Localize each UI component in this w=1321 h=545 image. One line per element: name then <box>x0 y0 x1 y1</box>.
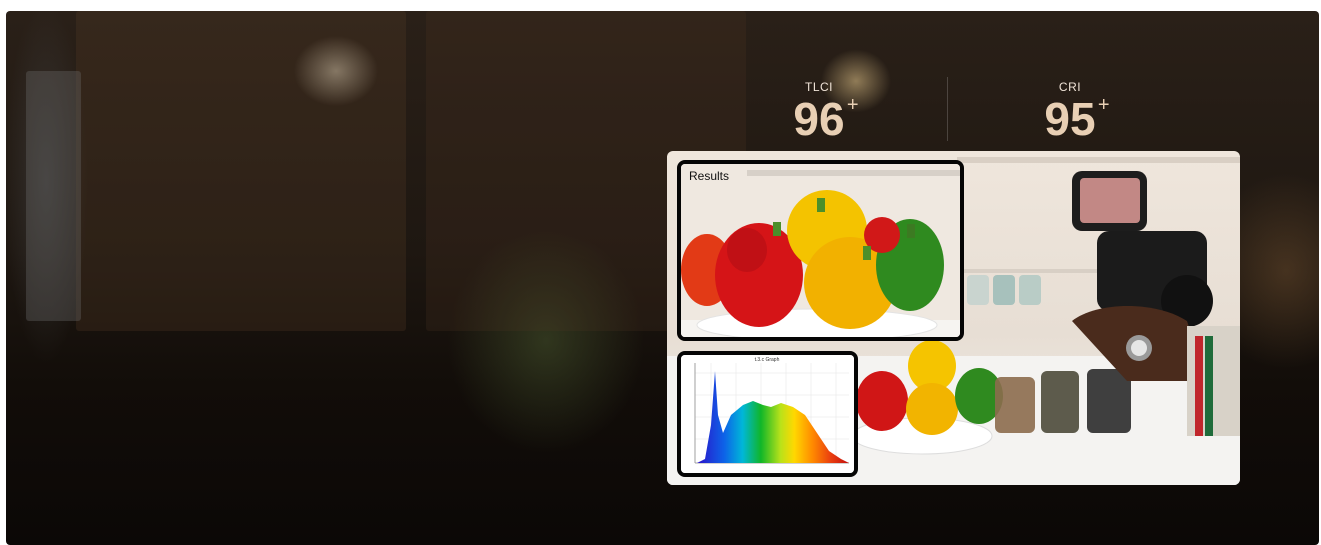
spectrum-inset: t.3.c Graph <box>677 351 858 477</box>
tlci-value-group: 96 + <box>793 93 858 145</box>
tlci-value: 96 <box>793 93 845 145</box>
results-inset: Results <box>677 160 964 341</box>
cri-plus: + <box>1097 94 1110 116</box>
spectrum-chart: t.3.c Graph <box>681 355 854 473</box>
metrics-divider <box>947 77 948 141</box>
tlci-metric: TLCI 96 + <box>719 80 919 142</box>
cri-metric: CRI 95 + <box>970 80 1170 142</box>
hero-banner: TLCI 96 + CRI 95 + Results t.3.c Graph <box>6 11 1319 545</box>
cri-value: 95 <box>1044 93 1096 145</box>
cri-value-group: 95 + <box>1044 93 1109 145</box>
background-shelf-panel <box>76 11 406 331</box>
cri-label: CRI <box>1058 80 1082 94</box>
peppers-image <box>681 164 960 337</box>
spectrum-title: t.3.c Graph <box>755 357 780 363</box>
tlci-label: TLCI <box>804 80 833 94</box>
results-label: Results <box>689 169 730 183</box>
tlci-plus: + <box>846 94 859 116</box>
background-window <box>26 71 81 321</box>
product-photo: Results t.3.c Graph <box>667 151 1240 485</box>
